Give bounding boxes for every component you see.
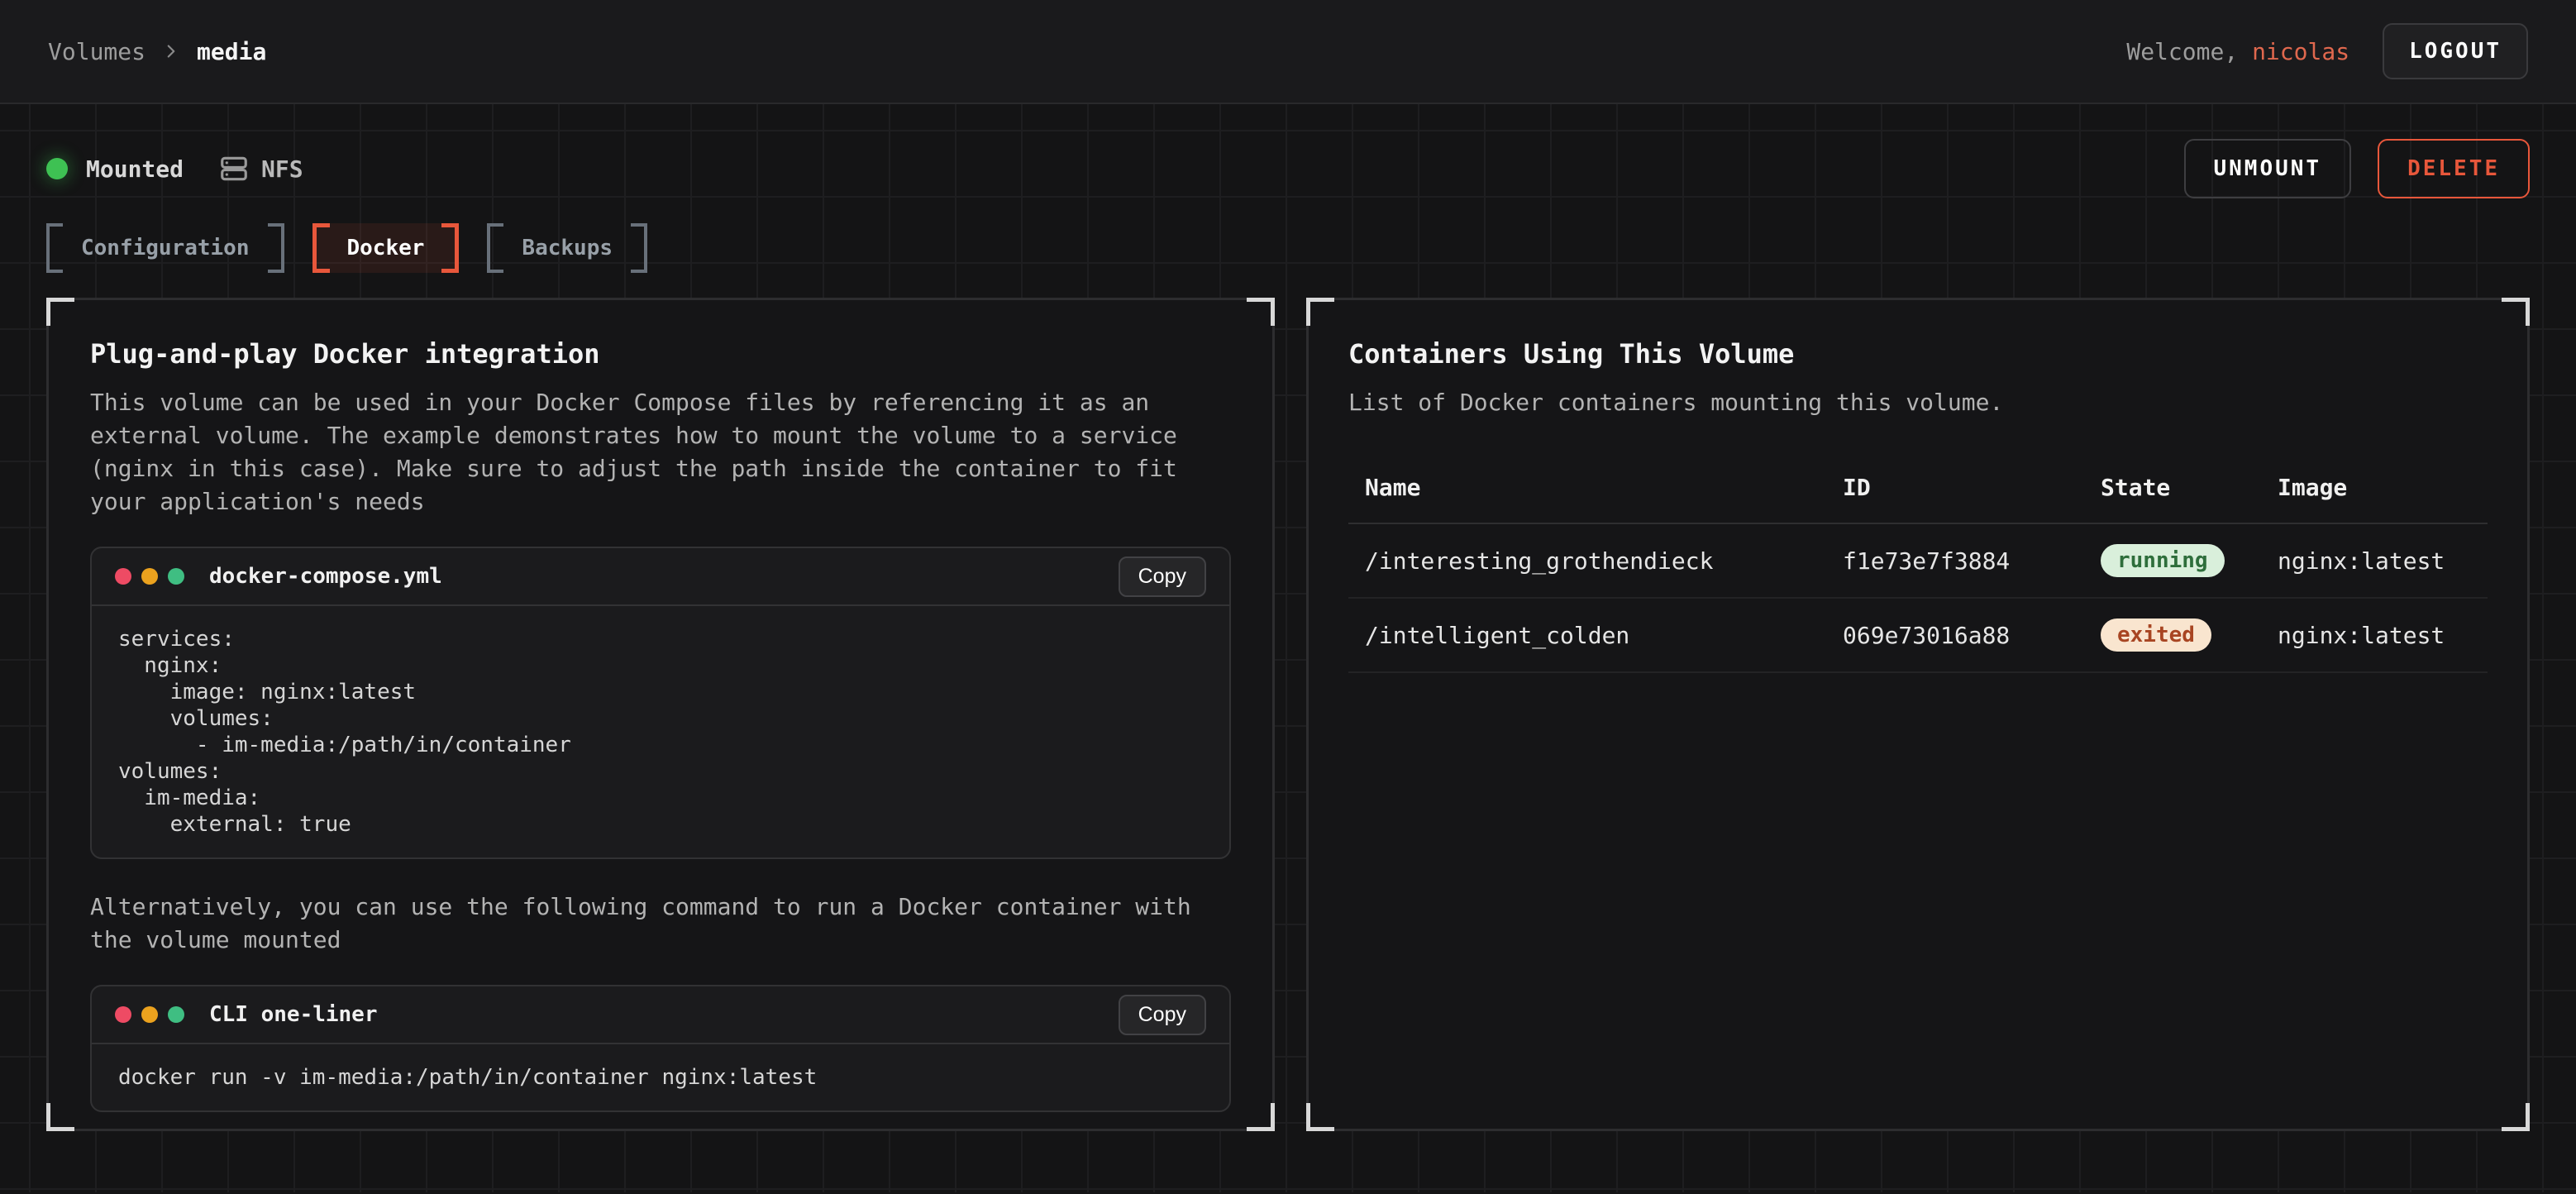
top-bar: Volumes media Welcome, nicolas LOGOUT <box>0 0 2576 104</box>
main-content: Mounted NFS UNMOUNT DELETE Configuration… <box>0 104 2576 1192</box>
containers-panel-subtitle: List of Docker containers mounting this … <box>1348 386 2488 419</box>
delete-button[interactable]: DELETE <box>2378 139 2530 198</box>
container-name: /interesting_grothendieck <box>1348 523 1826 598</box>
mounted-status-dot <box>46 158 68 179</box>
container-id: 069e73016a88 <box>1826 598 2084 672</box>
containers-table: Name ID State Image /interesting_grothen… <box>1348 474 2488 673</box>
compose-code-block-header: docker-compose.yml Copy <box>92 548 1229 606</box>
panel-corner-decoration <box>1306 298 1334 326</box>
chevron-right-icon <box>160 41 182 62</box>
welcome-text: Welcome, nicolas <box>2126 38 2349 65</box>
topbar-right: Welcome, nicolas LOGOUT <box>2126 23 2528 79</box>
tab-backups[interactable]: Backups <box>487 223 647 273</box>
container-image: nginx:latest <box>2261 598 2488 672</box>
username: nicolas <box>2252 38 2349 65</box>
column-header-id: ID <box>1826 474 2084 523</box>
cli-code-block-header: CLI one-liner Copy <box>92 986 1229 1044</box>
logout-button[interactable]: LOGOUT <box>2383 23 2528 79</box>
table-row: /intelligent_colden 069e73016a88 exited … <box>1348 598 2488 672</box>
breadcrumb-current-volume: media <box>197 38 266 65</box>
copy-cli-button[interactable]: Copy <box>1119 995 1206 1035</box>
panel-corner-decoration <box>1247 298 1275 326</box>
container-state-badge: running <box>2101 544 2225 577</box>
copy-compose-button[interactable]: Copy <box>1119 556 1206 597</box>
breadcrumb: Volumes media <box>48 38 266 65</box>
panel-corner-decoration <box>46 298 74 326</box>
tab-bar: Configuration Docker Backups <box>46 223 2530 273</box>
column-header-state: State <box>2084 474 2261 523</box>
volume-actions: UNMOUNT DELETE <box>2184 139 2531 198</box>
window-dot-yellow-icon <box>141 568 158 585</box>
window-dot-green-icon <box>168 568 184 585</box>
docker-panel-description: This volume can be used in your Docker C… <box>90 386 1231 518</box>
containers-panel-title: Containers Using This Volume <box>1348 338 2488 370</box>
table-row: /interesting_grothendieck f1e73e7f3884 r… <box>1348 523 2488 598</box>
window-dot-green-icon <box>168 1006 184 1023</box>
tab-configuration[interactable]: Configuration <box>46 223 284 273</box>
cli-alternative-text: Alternatively, you can use the following… <box>90 891 1231 957</box>
nfs-type-label: NFS <box>261 155 303 183</box>
unmount-button[interactable]: UNMOUNT <box>2184 139 2352 198</box>
window-dot-red-icon <box>115 1006 131 1023</box>
volume-status-row: Mounted NFS UNMOUNT DELETE <box>46 104 2530 197</box>
compose-filename: docker-compose.yml <box>209 564 442 589</box>
table-header-row: Name ID State Image <box>1348 474 2488 523</box>
docker-integration-panel: Plug-and-play Docker integration This vo… <box>46 298 1275 1131</box>
panel-corner-decoration <box>1306 1103 1334 1131</box>
window-dot-red-icon <box>115 568 131 585</box>
mounted-status-label: Mounted <box>86 155 184 183</box>
panel-corner-decoration <box>46 1103 74 1131</box>
tab-docker[interactable]: Docker <box>312 223 460 273</box>
window-dots <box>115 568 184 585</box>
container-name: /intelligent_colden <box>1348 598 1826 672</box>
compose-code-block: docker-compose.yml Copy services: nginx:… <box>90 547 1231 859</box>
containers-panel: Containers Using This Volume List of Doc… <box>1306 298 2530 1131</box>
container-id: f1e73e7f3884 <box>1826 523 2084 598</box>
window-dots <box>115 1006 184 1023</box>
cli-code-content: docker run -v im-media:/path/in/containe… <box>92 1044 1229 1110</box>
panels-row: Plug-and-play Docker integration This vo… <box>46 298 2530 1131</box>
cli-code-block: CLI one-liner Copy docker run -v im-medi… <box>90 985 1231 1112</box>
welcome-label: Welcome, <box>2126 38 2238 65</box>
cli-block-title: CLI one-liner <box>209 1002 378 1027</box>
server-icon <box>218 153 250 184</box>
breadcrumb-volumes-link[interactable]: Volumes <box>48 38 145 65</box>
panel-corner-decoration <box>2502 1103 2530 1131</box>
column-header-image: Image <box>2261 474 2488 523</box>
column-header-name: Name <box>1348 474 1826 523</box>
compose-code-content: services: nginx: image: nginx:latest vol… <box>92 606 1229 857</box>
container-state-badge: exited <box>2101 618 2211 652</box>
panel-corner-decoration <box>2502 298 2530 326</box>
container-image: nginx:latest <box>2261 523 2488 598</box>
panel-corner-decoration <box>1247 1103 1275 1131</box>
window-dot-yellow-icon <box>141 1006 158 1023</box>
docker-panel-title: Plug-and-play Docker integration <box>90 338 1231 370</box>
